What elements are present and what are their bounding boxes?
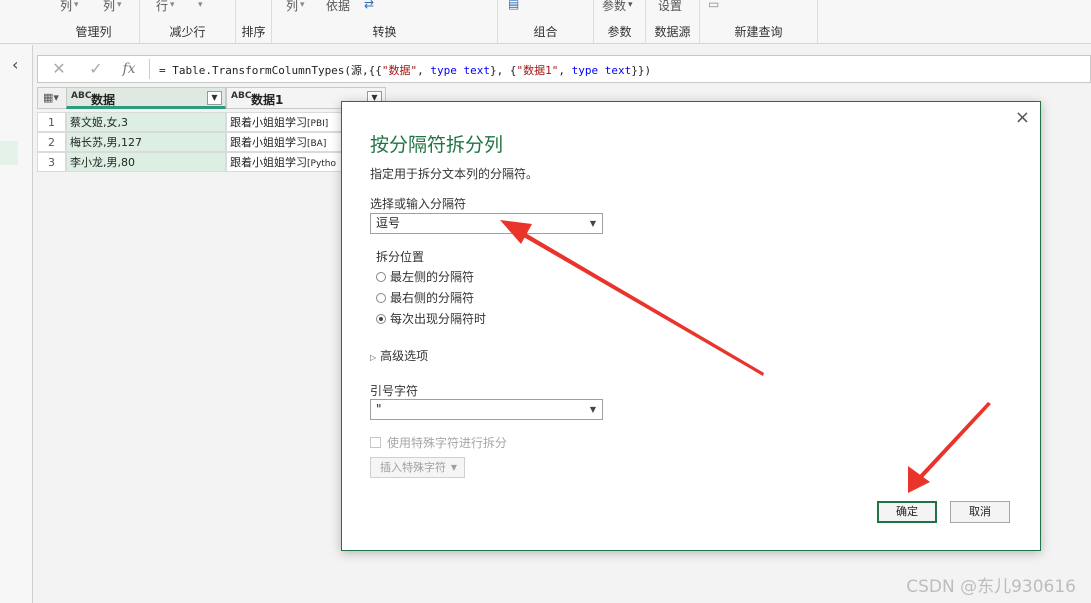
- quote-char-label: 引号字符: [370, 384, 419, 398]
- checkbox-icon: [370, 437, 381, 448]
- chevron-down-icon: ▼: [589, 219, 596, 228]
- column-name: 数据1: [251, 93, 284, 107]
- expand-queries-chevron-icon[interactable]: ‹: [12, 55, 18, 74]
- chevron-down-icon: ▼: [589, 405, 596, 414]
- row-number[interactable]: 2: [37, 132, 66, 152]
- insert-special-char-button[interactable]: 插入特殊字符 ▼: [370, 457, 465, 478]
- ribbon-group-data-source: 设置 数据源: [646, 0, 700, 44]
- group-label-combine: 组合: [533, 25, 558, 39]
- row-number[interactable]: 1: [37, 112, 66, 132]
- queries-pane-collapsed: ‹: [0, 45, 33, 603]
- manage-parameters-button[interactable]: 参数: [602, 0, 626, 13]
- remove-columns-button[interactable]: 列: [103, 0, 115, 13]
- table-cell[interactable]: 蔡文姬,女,3: [66, 112, 226, 132]
- group-label-sort: 排序: [241, 25, 266, 39]
- cancel-button[interactable]: 取消: [950, 501, 1010, 523]
- new-source-icon[interactable]: ▭: [708, 0, 719, 11]
- ribbon-group-transform: 列 ▾ 依据 ⇄ 转换: [272, 0, 498, 44]
- formula-bar: ✕ ✓ fx = Table.TransformColumnTypes(源,{{…: [37, 55, 1091, 83]
- table-menu-icon[interactable]: ▦▾: [37, 87, 67, 109]
- split-at-label: 拆分位置: [376, 250, 425, 264]
- group-label-parameters: 参数: [607, 25, 632, 39]
- group-label-manage-columns: 管理列: [75, 25, 112, 39]
- split-column-dialog: × 按分隔符拆分列 指定用于拆分文本列的分隔符。 选择或输入分隔符 逗号 ▼ 拆…: [341, 101, 1041, 551]
- fx-icon[interactable]: fx: [118, 59, 140, 79]
- formula-separator: [149, 59, 150, 79]
- column-header-data[interactable]: ABC 数据 ▼: [66, 87, 226, 109]
- ribbon-group-manage-columns: 列 ▾ 列 ▾ 管理列: [48, 0, 140, 44]
- ok-button[interactable]: 确定: [877, 501, 937, 523]
- radio-selected-icon: [376, 314, 386, 324]
- group-label-new-query: 新建查询: [734, 25, 783, 39]
- merge-queries-icon[interactable]: ▤: [508, 0, 519, 11]
- ribbon-group-new-query: ▭ 新建查询: [700, 0, 818, 44]
- ribbon-group-reduce-rows: 行 ▾ ▾ 减少行: [140, 0, 236, 44]
- ribbon-group-sort: 排序: [236, 0, 272, 44]
- group-by-button[interactable]: 依据: [326, 0, 350, 13]
- keep-rows-button[interactable]: 行: [156, 0, 168, 13]
- split-column-button[interactable]: 列: [286, 0, 298, 13]
- delimiter-label: 选择或输入分隔符: [370, 197, 467, 211]
- radio-leftmost-delimiter[interactable]: 最左侧的分隔符: [376, 268, 474, 285]
- radio-rightmost-delimiter[interactable]: 最右侧的分隔符: [376, 289, 474, 306]
- chevron-down-icon: ▾: [628, 0, 633, 10]
- chevron-down-icon: ▾: [170, 0, 175, 10]
- ribbon-group-parameters: 参数 ▾ 参数: [594, 0, 646, 44]
- text-type-icon[interactable]: ABC: [71, 91, 91, 101]
- radio-each-occurrence[interactable]: 每次出现分隔符时: [376, 310, 486, 327]
- row-number[interactable]: 3: [37, 152, 66, 172]
- replace-values-icon[interactable]: ⇄: [364, 0, 374, 11]
- group-label-transform: 转换: [372, 25, 397, 39]
- delimiter-select[interactable]: 逗号 ▼: [370, 213, 603, 234]
- text-type-icon[interactable]: ABC: [231, 91, 251, 101]
- x-icon[interactable]: ✕: [48, 59, 70, 79]
- dialog-description: 指定用于拆分文本列的分隔符。: [370, 167, 539, 181]
- dialog-title: 按分隔符拆分列: [370, 134, 504, 156]
- chevron-down-icon: ▾: [117, 0, 122, 10]
- watermark: CSDN @东儿930616: [906, 577, 1076, 597]
- group-label-reduce-rows: 减少行: [169, 25, 206, 39]
- chevron-down-icon: ▾: [74, 0, 79, 10]
- formula-text[interactable]: = Table.TransformColumnTypes(源,{{"数据", t…: [159, 62, 651, 78]
- quote-char-select[interactable]: " ▼: [370, 399, 603, 420]
- radio-icon: [376, 272, 386, 282]
- choose-columns-button[interactable]: 列: [60, 0, 72, 13]
- ribbon: 列 ▾ 列 ▾ 管理列 行 ▾ ▾ 减少行 排序 列 ▾ 依据 ⇄ 转换 ▤ 组…: [0, 0, 1091, 44]
- check-icon[interactable]: ✓: [85, 59, 107, 79]
- advanced-options-toggle[interactable]: ▷ 高级选项: [370, 347, 428, 364]
- group-label-data-source: 数据源: [654, 25, 691, 39]
- chevron-down-icon: ▾: [198, 0, 203, 10]
- table-cell[interactable]: 梅长苏,男,127: [66, 132, 226, 152]
- selected-query-indicator: [0, 141, 18, 165]
- ribbon-group-combine: ▤ 组合: [498, 0, 594, 44]
- chevron-down-icon: ▼: [450, 463, 457, 472]
- chevron-down-icon: ▾: [300, 0, 305, 10]
- radio-icon: [376, 293, 386, 303]
- expand-triangle-icon: ▷: [370, 353, 377, 362]
- special-chars-checkbox[interactable]: 使用特殊字符进行拆分: [370, 434, 507, 451]
- column-name: 数据: [91, 93, 116, 107]
- filter-dropdown-icon[interactable]: ▼: [207, 91, 222, 105]
- close-icon[interactable]: ×: [1015, 107, 1030, 128]
- data-source-settings-button[interactable]: 设置: [658, 0, 682, 13]
- table-cell[interactable]: 李小龙,男,80: [66, 152, 226, 172]
